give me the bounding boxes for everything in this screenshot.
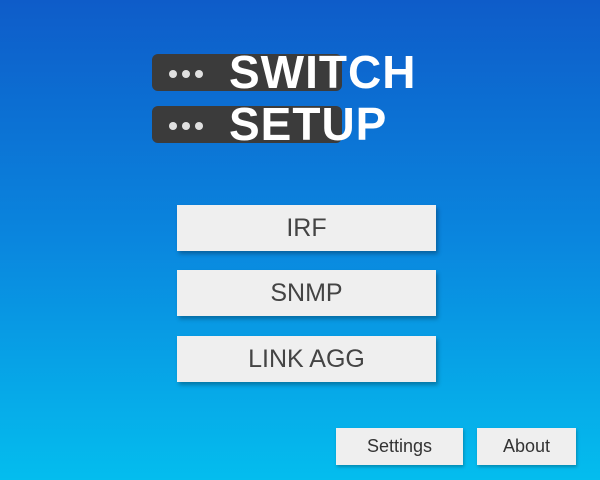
rack-dot	[195, 70, 203, 78]
settings-button[interactable]: Settings	[336, 428, 463, 465]
link-agg-button[interactable]: LINK AGG	[177, 336, 436, 382]
irf-button[interactable]: IRF	[177, 205, 436, 251]
rack-dot	[182, 122, 190, 130]
rack-dot	[169, 70, 177, 78]
snmp-button[interactable]: SNMP	[177, 270, 436, 316]
logo-text-switch: SWITCH	[229, 46, 417, 98]
about-button[interactable]: About	[477, 428, 576, 465]
logo-row-switch: SWITCH	[152, 46, 452, 98]
rack-dot	[182, 70, 190, 78]
rack-dot	[195, 122, 203, 130]
rack-dots	[169, 122, 203, 130]
app-logo: SWITCH SETUP	[152, 46, 452, 150]
rack-dots	[169, 70, 203, 78]
rack-dot	[169, 122, 177, 130]
logo-row-setup: SETUP	[152, 98, 452, 150]
logo-text-setup: SETUP	[229, 98, 388, 150]
